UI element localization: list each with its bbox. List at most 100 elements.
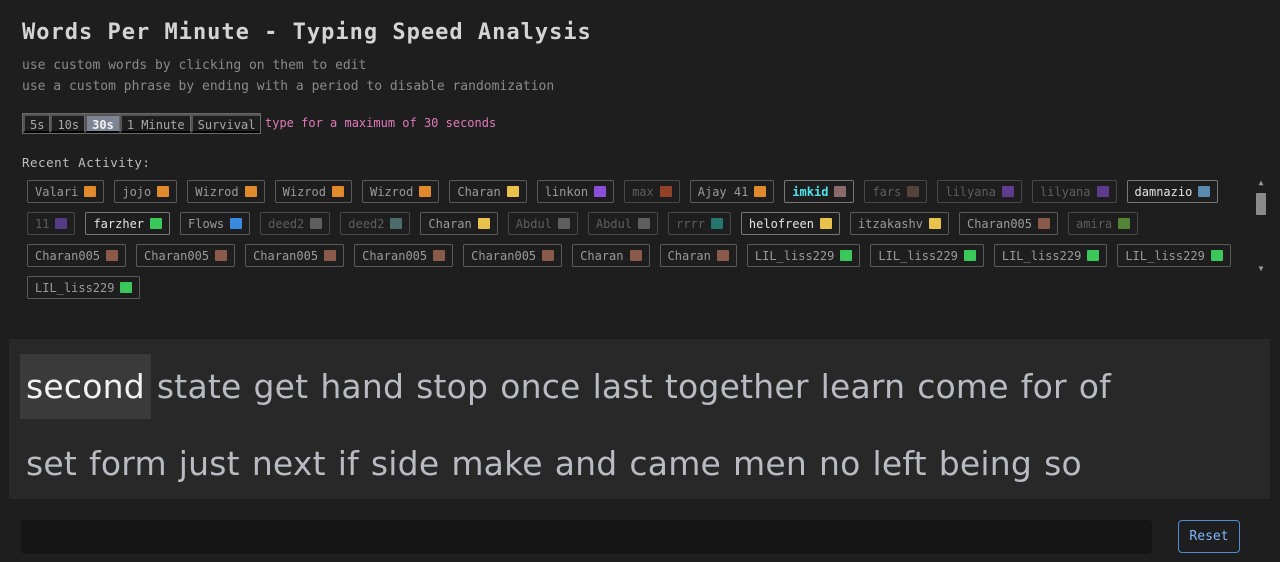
bug-icon [1210,250,1223,261]
typing-input[interactable] [21,520,1152,554]
activity-user-name: Valari [35,184,79,199]
word[interactable]: and [549,444,624,483]
scroll-thumb[interactable] [1256,193,1266,215]
activity-chip[interactable]: LIL_liss229 [870,244,984,267]
activity-chip[interactable]: deed2 [260,212,331,235]
robot-icon [834,186,847,197]
activity-chip[interactable]: linkon [536,180,615,203]
word[interactable]: for [1015,367,1073,406]
activity-chip[interactable]: jojo [114,180,178,203]
activity-chip[interactable]: Charan005 [958,212,1059,235]
word[interactable]: come [911,367,1015,406]
mode-30s[interactable]: 30s [85,114,120,133]
word[interactable]: men [727,444,813,483]
activity-chip[interactable]: Wizrod [187,180,265,203]
mode-1-minute[interactable]: 1 Minute [119,114,191,133]
bug-icon [963,250,976,261]
reset-button[interactable]: Reset [1178,520,1240,553]
activity-chip[interactable]: Charan005 [463,244,563,267]
monster-icon [659,186,672,197]
block-icon [1038,218,1051,229]
mode-survival[interactable]: Survival [190,114,261,133]
word[interactable]: get [248,367,315,406]
word[interactable]: came [623,444,727,483]
activity-user-name: Wizrod [195,184,239,199]
activity-chip[interactable]: max [624,180,680,203]
current-word[interactable]: second [20,354,151,419]
block-icon [433,250,446,261]
activity-chip[interactable]: Charan005 [27,244,127,267]
activity-chip[interactable]: itzakashv [849,212,949,235]
word[interactable]: set [20,444,83,483]
word[interactable]: once [494,367,586,406]
word[interactable]: so [1038,444,1088,483]
activity-chip[interactable]: Abdul [507,212,578,235]
activity-chip[interactable]: Wizrod [361,180,440,203]
word[interactable]: being [933,444,1038,483]
word[interactable]: state [151,367,248,406]
activity-chip[interactable]: Charan005 [136,244,236,267]
word[interactable]: next [246,444,332,483]
activity-chip[interactable]: LIL_liss229 [993,244,1108,267]
activity-user-name: lilyana [1039,184,1091,199]
word[interactable]: together [659,367,815,406]
activity-chip[interactable]: Charan005 [354,244,454,267]
activity-chip[interactable]: Valari [27,180,105,203]
word[interactable]: no [813,444,867,483]
activity-user-name: lilyana [945,184,996,199]
activity-chip[interactable]: fars [864,180,928,203]
activity-chip[interactable]: LIL_liss229 [746,244,861,267]
activity-chip[interactable]: LIL_liss229 [1117,244,1231,267]
activity-chip[interactable]: Abdul [587,212,659,235]
activity-chip[interactable]: farzher [85,212,171,235]
word[interactable]: side [365,444,445,483]
word[interactable]: stop [410,367,494,406]
activity-chip[interactable]: Charan [572,244,650,267]
crab-icon [819,218,832,229]
activity-chip[interactable]: lilyana [1031,180,1117,203]
activity-chip[interactable]: Charan [449,180,527,203]
activity-chip[interactable]: helofreen [740,212,840,235]
word[interactable]: if [332,444,365,483]
word[interactable]: form [83,444,173,483]
activity-chip[interactable]: Charan [659,244,737,267]
word[interactable]: left [867,444,933,483]
activity-chip[interactable]: lilyana [937,180,1022,203]
recent-activity-list: Valari jojo Wizrod Wizrod Wizrod Charan linkon… [22,180,1232,299]
activity-chip[interactable]: rrrr [668,212,731,235]
tree-icon [1118,218,1131,229]
scroll-down-arrow-icon[interactable]: ▼ [1256,264,1266,274]
ghost-icon [230,218,243,229]
page-title: Words Per Minute - Typing Speed Analysis [22,20,592,45]
activity-chip[interactable]: damnazio [1126,180,1219,203]
crab-icon [244,186,257,197]
activity-chip[interactable]: Charan [420,212,498,235]
word[interactable]: hand [314,367,410,406]
activity-user-name: helofreen [748,216,814,231]
activity-chip[interactable]: Ajay 41 [689,180,775,203]
mode-hint: type for a maximum of 30 seconds [265,116,497,130]
activity-chip[interactable]: Wizrod [274,180,352,203]
activity-user-name: Charan [580,248,624,263]
mode-selector: 5s 10s 30s 1 Minute Survival [22,113,262,134]
word[interactable]: of [1073,367,1117,406]
activity-chip[interactable]: Charan005 [245,244,345,267]
activity-chip[interactable]: Flows [180,212,251,235]
activity-user-name: imkid [792,184,829,199]
word[interactable]: make [445,444,548,483]
activity-chip[interactable]: amira [1068,212,1139,235]
activity-chip[interactable]: 11 [27,212,76,235]
mode-5s[interactable]: 5s [23,114,51,133]
activity-chip[interactable]: deed2 [340,212,411,235]
crab-icon [928,218,941,229]
scroll-up-arrow-icon[interactable]: ▲ [1256,178,1266,188]
activity-user-name: Abdul [595,216,633,231]
word[interactable]: just [173,444,246,483]
mode-10s[interactable]: 10s [50,114,86,133]
activity-scrollbar[interactable]: ▲ ▼ [1254,178,1268,274]
robot-icon [1198,186,1211,197]
activity-chip[interactable]: imkid [784,180,855,203]
activity-chip[interactable]: LIL_liss229 [27,276,141,299]
word[interactable]: learn [815,367,912,406]
word[interactable]: last [587,367,659,406]
